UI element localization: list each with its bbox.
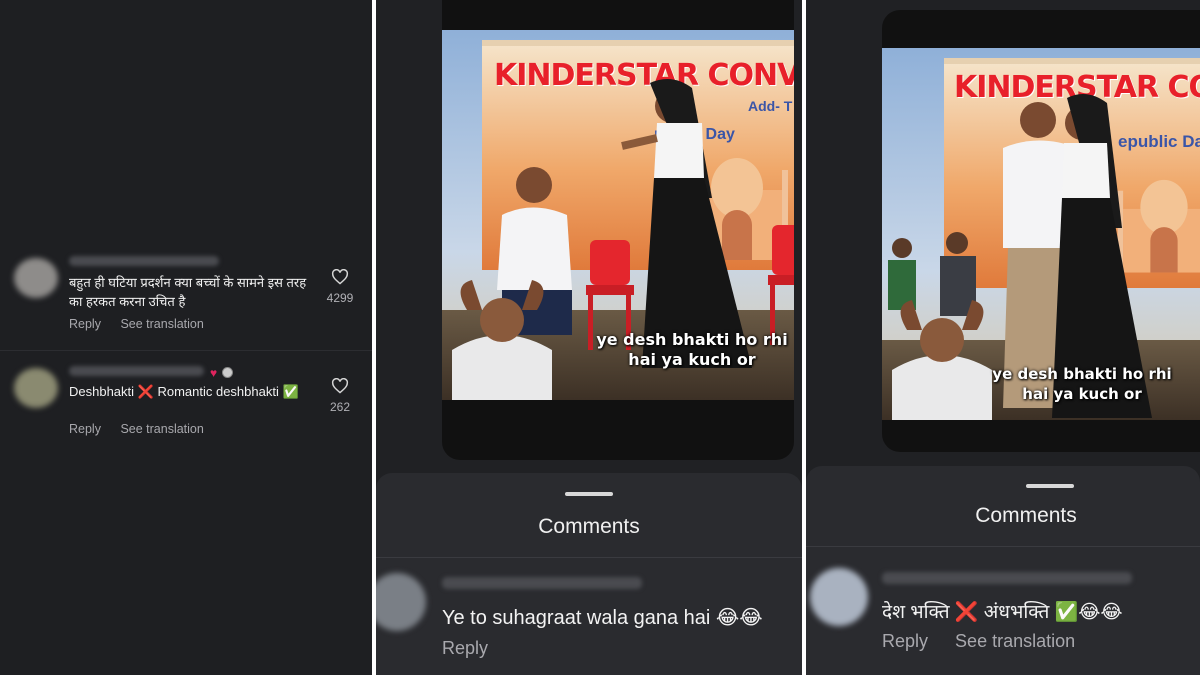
see-translation-button[interactable]: See translation [955,631,1075,651]
reply-button[interactable]: Reply [442,638,488,658]
comment-item: ♥ Deshbhakti ❌ Romantic deshbhakti ✅ Rep… [0,360,372,445]
avatar-icon [221,367,233,379]
comment-item: बहुत ही घटिया प्रदर्शन क्या बच्चों के सा… [0,250,372,345]
comment-actions: Reply See translation [69,422,220,436]
drag-handle[interactable] [1026,484,1074,488]
video-caption: ye desh bhakti ho rhi hai ya kuch or [982,364,1182,404]
avatar[interactable] [810,568,868,626]
reply-button[interactable]: Reply [69,317,101,331]
like-count: 262 [329,400,351,414]
avatar[interactable] [376,573,426,631]
comments-sheet: Comments Ye to suhagraat wala gana hai 😂… [376,473,802,675]
comments-sheet: Comments देश भक्ति ❌ अंधभक्ति ✅😂😂 Reply … [806,466,1200,675]
reply-button[interactable]: Reply [69,422,101,436]
heart-icon: ♥ [210,366,218,380]
comment-actions: Reply See translation [69,317,220,331]
username-blurred[interactable] [442,577,642,589]
see-translation-button[interactable]: See translation [120,422,203,436]
comment-text: बहुत ही घटिया प्रदर्शन क्या बच्चों के सा… [69,275,307,309]
comments-panel-left: बहुत ही घटिया प्रदर्शन क्या बच्चों के सा… [0,0,372,675]
divider [806,546,1200,547]
video-player[interactable]: KINDERSTAR CONVENT Add- T public Day [442,0,794,460]
avatar[interactable] [14,258,58,298]
username-blurred[interactable] [69,256,219,266]
comment-text: Deshbhakti ❌ Romantic deshbhakti ✅ [69,384,299,399]
comment-actions: Reply [442,638,510,659]
caption-line: hai ya kuch or [1022,385,1142,403]
comment-text: Ye to suhagraat wala gana hai 😂😂 [442,607,763,629]
like-button[interactable]: 4299 [320,269,360,305]
creator-liked-badge: ♥ [210,364,233,382]
username-blurred[interactable] [69,366,204,376]
drag-handle[interactable] [565,492,613,496]
comments-title: Comments [975,504,1077,527]
divider [376,557,802,558]
comment-text: देश भक्ति ❌ अंधभक्ति ✅😂😂 [882,602,1123,623]
video-caption: ye desh bhakti ho rhi hai ya kuch or [592,330,792,370]
see-translation-button[interactable]: See translation [120,317,203,331]
caption-line: hai ya kuch or [628,350,756,369]
caption-line: ye desh bhakti ho rhi [992,365,1172,383]
like-button[interactable]: 262 [320,378,360,414]
avatar[interactable] [14,368,58,408]
video-comments-panel-right: KINDERSTAR CONV epublic Da [806,0,1200,675]
video-frame: KINDERSTAR CONVENT Add- T public Day [442,30,794,400]
video-comments-panel-middle: KINDERSTAR CONVENT Add- T public Day [376,0,802,675]
comments-title: Comments [538,515,640,538]
caption-line: ye desh bhakti ho rhi [596,330,788,349]
heart-outline-icon [331,269,349,285]
comment-actions: Reply See translation [882,631,1097,652]
username-blurred[interactable] [882,572,1132,584]
video-player[interactable]: KINDERSTAR CONV epublic Da [882,10,1200,452]
divider [0,350,372,351]
heart-outline-icon [331,378,349,394]
video-frame: KINDERSTAR CONV epublic Da [882,48,1200,420]
like-count: 4299 [326,291,354,305]
meme-overlay-image [452,280,552,400]
reply-button[interactable]: Reply [882,631,928,651]
